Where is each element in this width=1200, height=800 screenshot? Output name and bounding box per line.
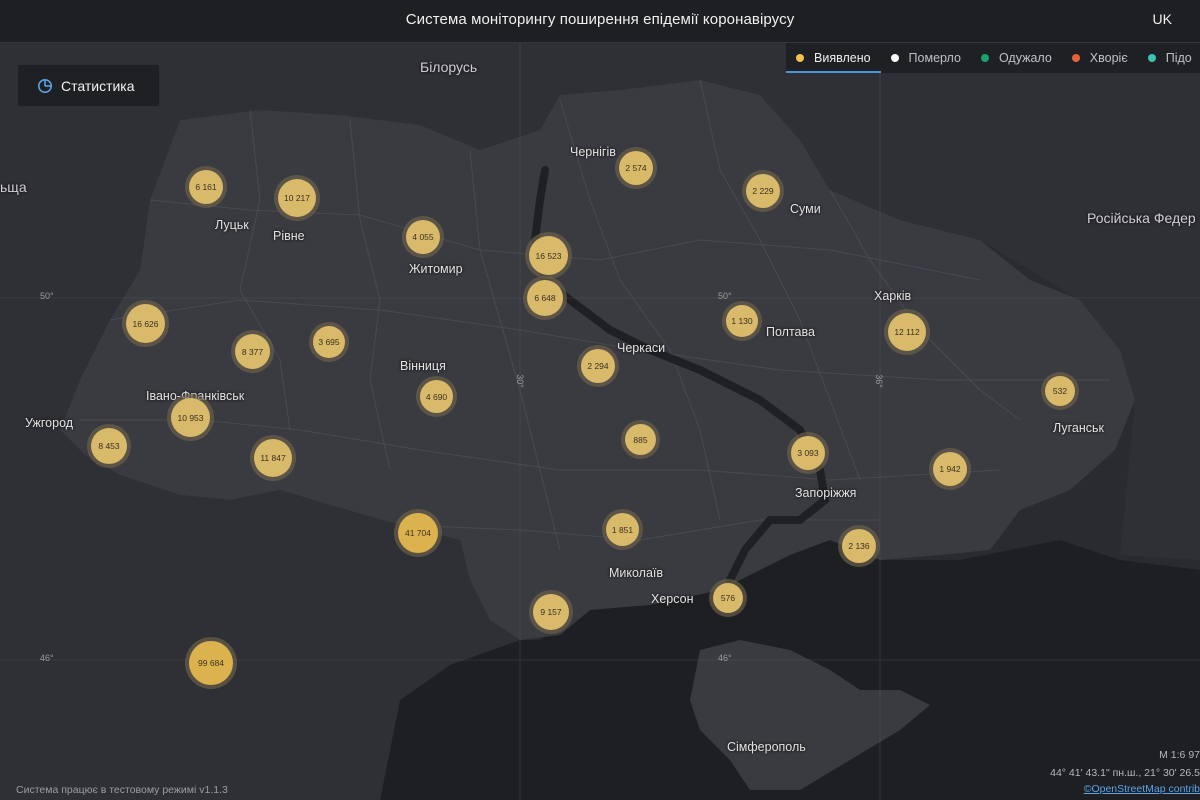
page-title: Система моніторингу поширення епідемії к… (405, 11, 795, 28)
country-label: ьща (0, 179, 27, 195)
case-cluster[interactable]: 2 294 (581, 349, 615, 383)
case-cluster[interactable]: 2 136 (842, 529, 876, 563)
case-cluster[interactable]: 3 695 (313, 326, 345, 358)
map-attribution: ©OpenStreetMap contrib (1084, 783, 1200, 795)
city-label: Черкаси (617, 341, 666, 355)
statistics-label: Статистика (61, 77, 135, 94)
statistics-button[interactable]: Статистика (17, 64, 160, 107)
lat-label: 46° (718, 653, 732, 663)
suspected-dot-icon (1147, 54, 1156, 62)
lon-label: 36° (873, 374, 884, 388)
tab-recovered[interactable]: Одужало (971, 43, 1062, 73)
map-canvas[interactable]: 50° 50° 46° 46° 30° 36° Білорусь Російсь… (0, 43, 1200, 800)
lat-label: 46° (40, 653, 54, 663)
city-label: Харків (874, 289, 912, 303)
country-label: Російська Федер (1087, 210, 1196, 226)
city-label: Вінниця (400, 359, 446, 373)
osm-attribution-link[interactable]: ©OpenStreetMap contrib (1084, 783, 1200, 795)
tab-label: Померло (908, 51, 961, 65)
tab-deaths[interactable]: Померло (881, 43, 971, 73)
city-label: Миколаїв (609, 566, 664, 580)
case-cluster[interactable]: 10 953 (171, 398, 210, 437)
case-cluster[interactable]: 1 851 (606, 513, 639, 546)
tab-suspected[interactable]: Підо (1138, 43, 1200, 73)
case-cluster[interactable]: 2 229 (746, 174, 780, 208)
city-label: Суми (790, 202, 821, 216)
city-label: Сімферополь (727, 740, 806, 754)
case-cluster[interactable]: 532 (1045, 376, 1075, 406)
case-cluster[interactable]: 2 574 (619, 151, 653, 185)
city-label: Херсон (651, 592, 694, 606)
case-cluster[interactable]: 4 690 (420, 380, 453, 413)
case-cluster[interactable]: 12 112 (888, 313, 926, 351)
city-label: Полтава (766, 325, 815, 339)
tab-label: Хворіє (1089, 51, 1128, 65)
case-cluster[interactable]: 10 217 (278, 179, 316, 217)
country-label: Білорусь (420, 59, 478, 75)
case-cluster[interactable]: 99 684 (189, 641, 233, 685)
sick-dot-icon (1071, 54, 1080, 62)
case-cluster[interactable]: 4 055 (406, 220, 440, 254)
case-cluster[interactable]: 16 626 (126, 304, 165, 343)
case-cluster[interactable]: 1 130 (726, 305, 758, 337)
case-cluster[interactable]: 1 942 (933, 452, 967, 486)
city-label: Луганськ (1053, 421, 1104, 435)
pie-chart-icon (37, 78, 53, 94)
case-cluster[interactable]: 41 704 (398, 513, 438, 553)
map-scale: М 1:6 97 (1159, 749, 1200, 761)
case-cluster[interactable]: 576 (713, 583, 743, 613)
recovered-dot-icon (980, 54, 989, 62)
detected-dot-icon (796, 54, 804, 62)
legend-tabs: Виявлено Померло Одужало Хворіє Підо (786, 43, 1200, 73)
case-cluster[interactable]: 16 523 (529, 236, 568, 275)
tab-label: Одужало (998, 51, 1052, 65)
tab-label: Підо (1165, 51, 1192, 65)
city-label: Запоріжжя (795, 486, 857, 500)
cursor-coordinates: 44° 41' 43.1" пн.ш., 21° 30' 26.5 (1050, 767, 1200, 779)
language-switch[interactable]: UK (1153, 11, 1172, 27)
city-label: Луцьк (215, 218, 249, 232)
case-cluster[interactable]: 885 (625, 424, 656, 455)
case-cluster[interactable]: 11 847 (254, 439, 292, 477)
tab-sick[interactable]: Хворіє (1062, 43, 1138, 73)
lat-label: 50° (718, 291, 732, 301)
top-bar: Система моніторингу поширення епідемії к… (0, 0, 1200, 43)
city-label: Рівне (273, 229, 305, 243)
version-text: Система працює в тестовому режимі v1.1.3 (16, 784, 228, 796)
city-label: Чернігів (570, 145, 616, 159)
case-cluster[interactable]: 8 377 (235, 334, 270, 369)
deaths-dot-icon (890, 54, 899, 62)
case-cluster[interactable]: 3 093 (791, 436, 825, 470)
tab-label: Виявлено (814, 51, 871, 65)
case-cluster[interactable]: 6 161 (189, 170, 223, 204)
case-cluster[interactable]: 8 453 (91, 428, 127, 464)
lat-label: 50° (40, 291, 54, 301)
case-cluster[interactable]: 9 157 (533, 594, 569, 630)
lon-label: 30° (514, 374, 525, 388)
case-cluster[interactable]: 6 648 (527, 280, 563, 316)
city-label: Житомир (409, 262, 463, 276)
city-label: Ужгород (25, 416, 74, 430)
tab-detected[interactable]: Виявлено (786, 43, 881, 73)
